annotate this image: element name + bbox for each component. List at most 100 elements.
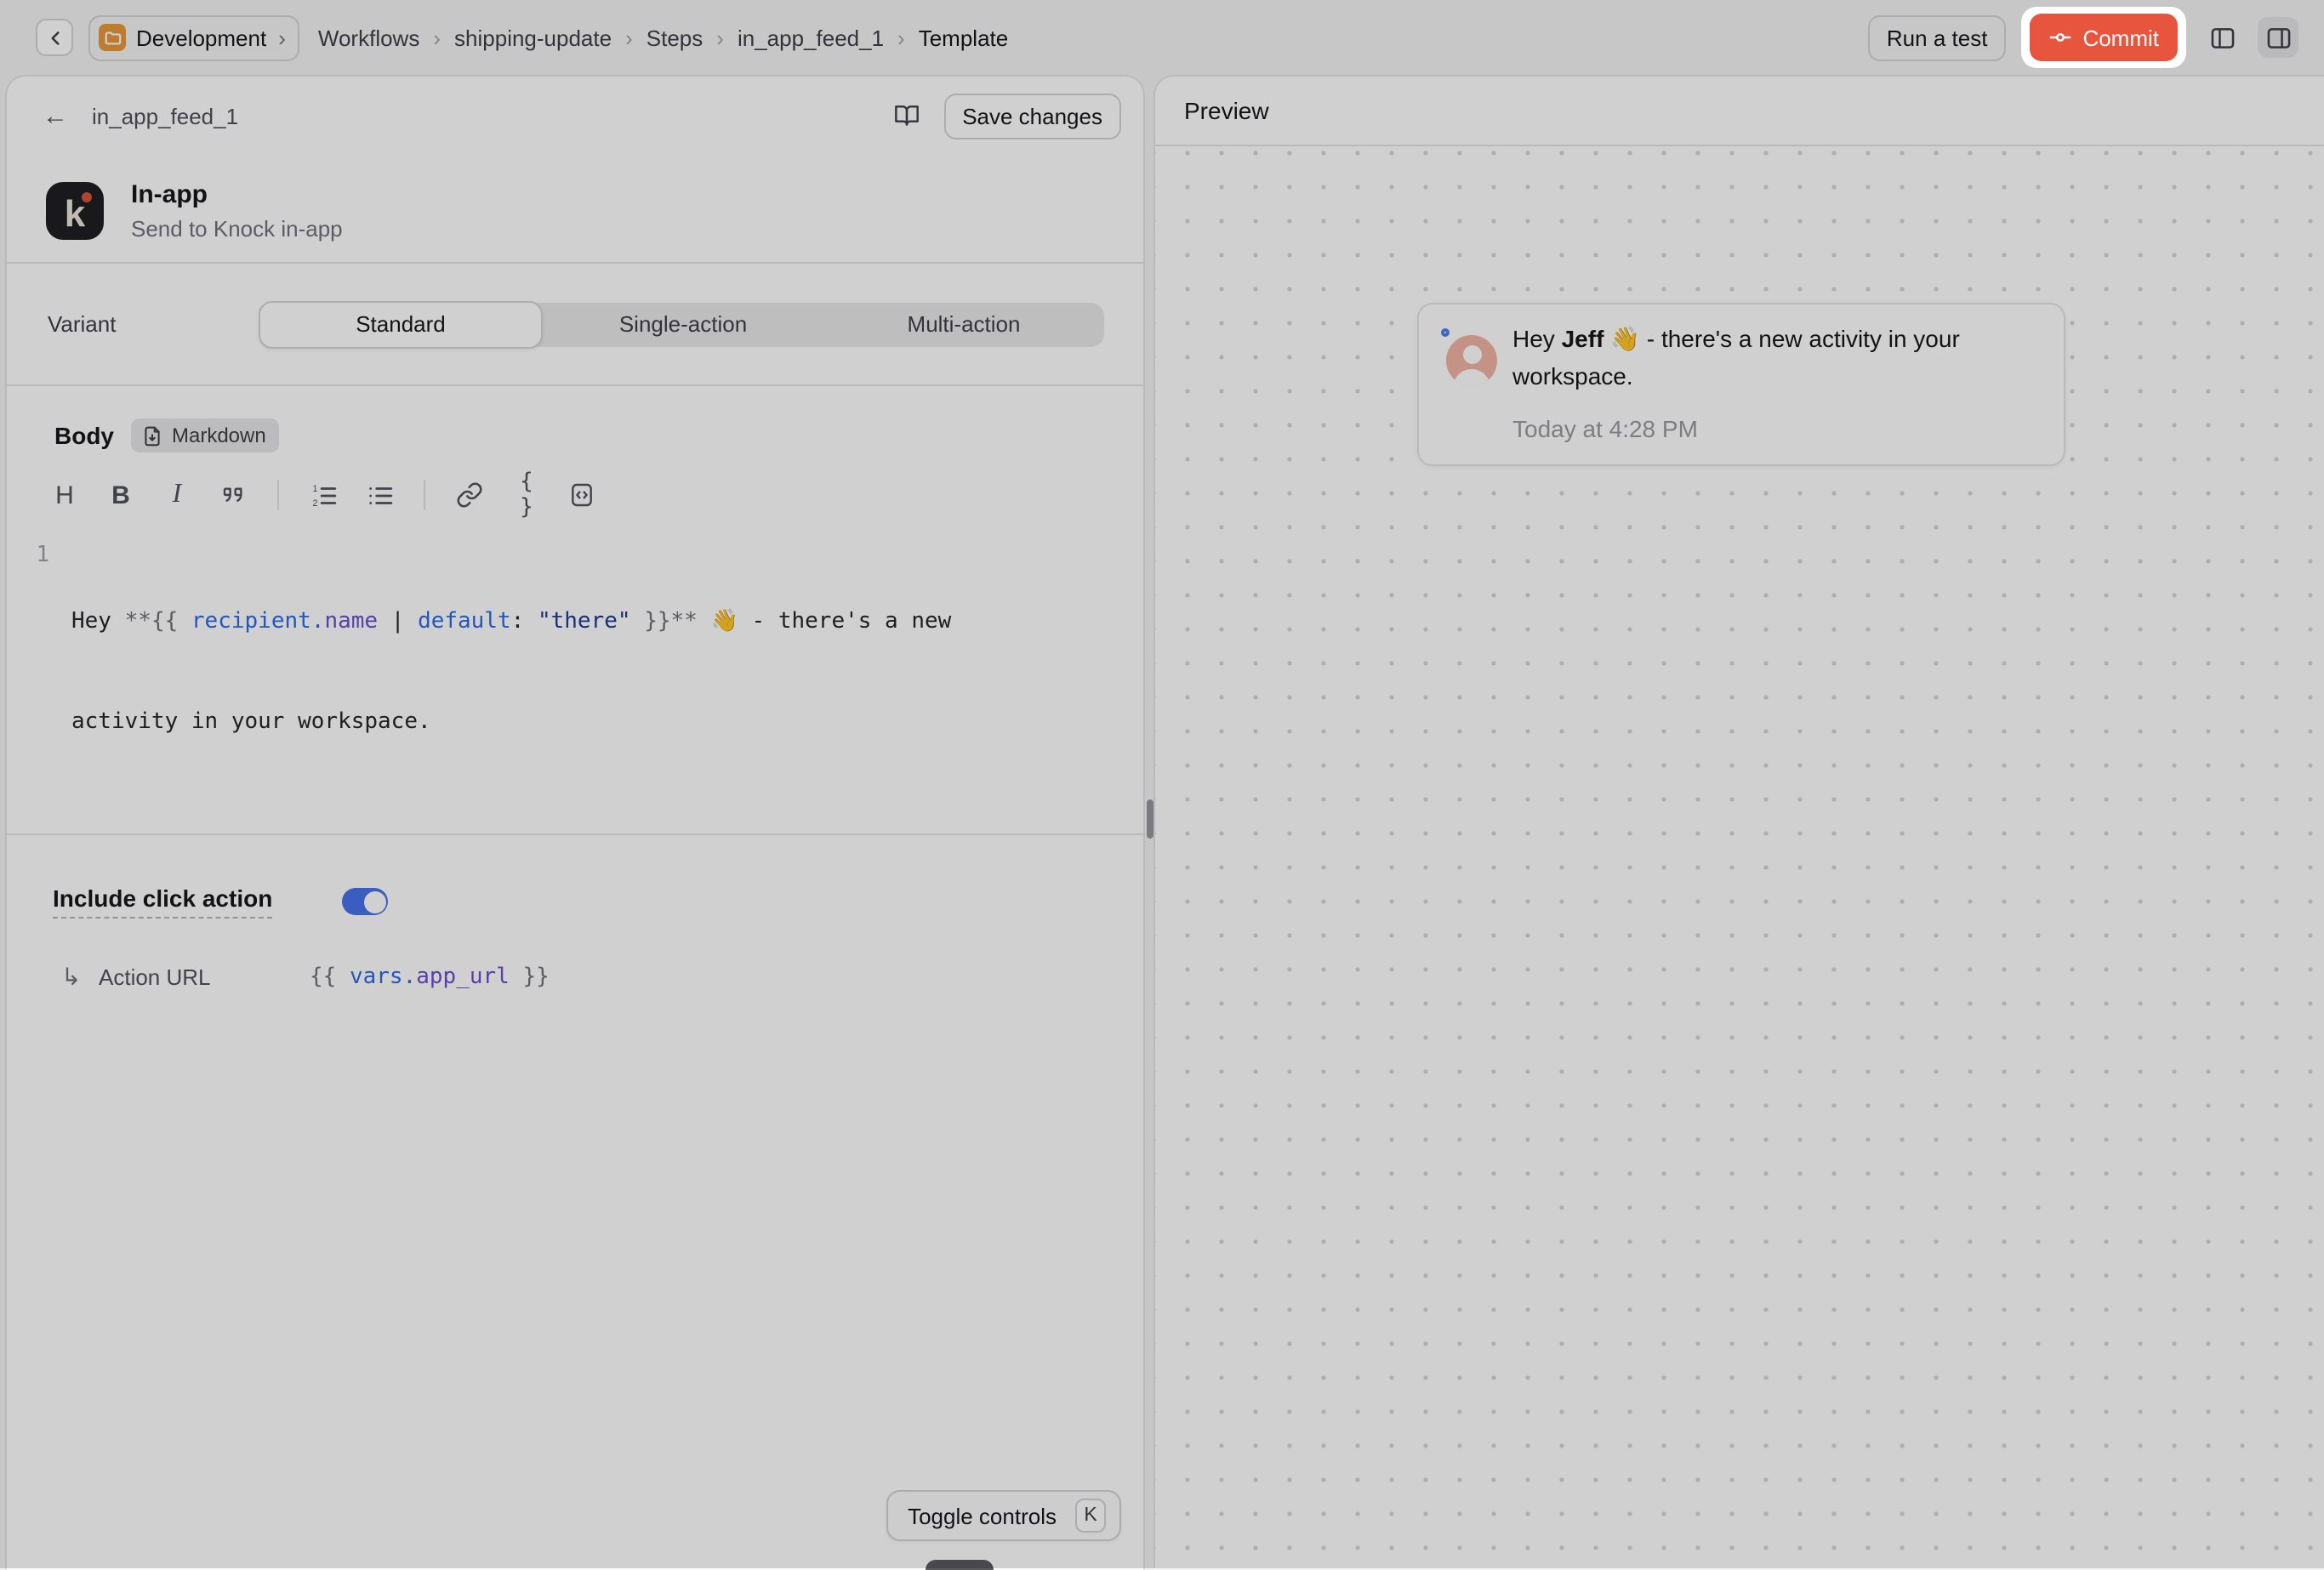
chevron-caret-icon: › (278, 25, 286, 50)
step-name: in_app_feed_1 (92, 103, 238, 128)
variant-row: Variant Standard Single-action Multi-act… (7, 264, 1143, 384)
code-block-icon (568, 481, 595, 509)
variant-segmented-control: Standard Single-action Multi-action (259, 302, 1104, 346)
toggle-knob (363, 890, 385, 913)
notification-message: Hey Jeff 👋 - there's a new activity in y… (1512, 321, 2023, 395)
channel-titles: In-app Send to Knock in-app (131, 180, 343, 242)
breadcrumb-step-key[interactable]: in_app_feed_1 (738, 25, 884, 50)
notification-timestamp: Today at 4:28 PM (1512, 415, 1698, 442)
back-arrow-button[interactable]: ← (43, 101, 68, 130)
body-section-header: Body Markdown (7, 418, 1143, 452)
action-url-label: Action URL (99, 964, 310, 990)
blockquote-button[interactable] (218, 480, 248, 510)
breadcrumb-workflow-key[interactable]: shipping-update (454, 25, 612, 50)
preview-header: Preview (1155, 77, 2324, 146)
variant-option-multi-action[interactable]: Multi-action (823, 302, 1104, 346)
click-action-section: Include click action ↳ Action URL {{ var… (7, 835, 1143, 992)
app-window: Development › Workflows › shipping-updat… (0, 0, 2324, 1568)
variant-option-standard[interactable]: Standard (259, 300, 543, 348)
environment-label: Development (136, 25, 266, 50)
code-content: Hey **{{ recipient.name | default: "ther… (71, 539, 951, 805)
svg-text:1: 1 (312, 483, 317, 493)
save-changes-button[interactable]: Save changes (943, 93, 1121, 139)
toggle-left-panel-button[interactable] (2202, 17, 2242, 58)
ordered-list-button[interactable]: 12 (308, 480, 339, 510)
channel-subtitle: Send to Knock in-app (131, 216, 343, 242)
breadcrumb-workflows[interactable]: Workflows (318, 25, 419, 50)
unread-indicator-dot (1441, 328, 1450, 337)
knock-logo-icon: k (46, 182, 104, 240)
preview-canvas: Hey Jeff 👋 - there's a new activity in y… (1155, 148, 2324, 1568)
format-badge-label: Markdown (172, 424, 266, 447)
link-icon (456, 481, 483, 509)
commit-button[interactable]: Commit (2030, 14, 2178, 61)
environment-icon (99, 24, 126, 51)
back-button[interactable] (36, 19, 73, 56)
variable-button[interactable]: { } (510, 480, 541, 510)
variant-option-single-action[interactable]: Single-action (543, 302, 823, 346)
channel-title: In-app (131, 180, 343, 209)
toggle-right-panel-button[interactable] (2258, 17, 2298, 58)
file-markdown-icon (141, 424, 163, 447)
channel-hero: k In-app Send to Knock in-app (7, 155, 1143, 262)
commit-label: Commit (2082, 25, 2159, 50)
recipient-name: Jeff (1562, 325, 1604, 352)
preview-title: Preview (1184, 97, 1269, 124)
body-editor[interactable]: 1 Hey **{{ recipient.name | default: "th… (7, 539, 1143, 833)
unordered-list-icon (365, 481, 394, 509)
click-action-toggle[interactable] (342, 888, 388, 915)
git-commit-icon (2048, 26, 2072, 49)
toggle-controls-button[interactable]: Toggle controls K (886, 1490, 1121, 1541)
italic-button[interactable]: I (162, 480, 192, 510)
format-badge[interactable]: Markdown (131, 418, 280, 452)
svg-text:2: 2 (312, 498, 317, 508)
commit-spotlight: Commit (2021, 7, 2186, 68)
line-number-gutter: 1 (7, 539, 71, 805)
panel-left-icon (2207, 23, 2236, 52)
book-open-icon (892, 102, 920, 129)
action-url-row: ↳ Action URL {{ vars.app_url }} (53, 963, 1143, 992)
chevron-left-icon (43, 26, 66, 48)
line-number: 1 (7, 539, 49, 572)
action-url-value[interactable]: {{ vars.app_url }} (310, 964, 550, 990)
ordered-list-icon: 12 (309, 481, 338, 509)
unordered-list-button[interactable] (364, 480, 395, 510)
editor-toolbar: H B I 12 (7, 480, 1143, 510)
run-test-button[interactable]: Run a test (1868, 14, 2007, 60)
wave-emoji: 👋 (1610, 325, 1640, 352)
template-editor-panel: ← in_app_feed_1 Save changes k In-app Se… (5, 75, 1145, 1570)
toolbar-separator (424, 480, 425, 510)
notification-card: Hey Jeff 👋 - there's a new activity in y… (1417, 303, 2065, 466)
avatar-shoulders-shape (1453, 368, 1490, 386)
breadcrumb-separator: › (897, 25, 905, 50)
docs-button[interactable] (892, 102, 920, 129)
editor-header: ← in_app_feed_1 Save changes (7, 77, 1143, 155)
breadcrumb-separator: › (716, 25, 724, 50)
link-button[interactable] (454, 480, 485, 510)
corner-down-right-icon: ↳ (61, 963, 99, 992)
tooltip-stub (926, 1560, 994, 1570)
code-block-button[interactable] (567, 480, 597, 510)
section-divider (7, 384, 1143, 386)
panel-resize-handle[interactable] (1147, 799, 1153, 839)
code-line: activity in your workspace. (71, 705, 951, 738)
breadcrumb-separator: › (433, 25, 441, 50)
bold-button[interactable]: B (105, 480, 136, 510)
keyboard-shortcut-badge: K (1075, 1499, 1106, 1533)
toolbar-separator (277, 480, 279, 510)
panel-right-icon (2264, 23, 2293, 52)
avatar-head-shape (1462, 345, 1481, 364)
body-label: Body (54, 422, 114, 449)
breadcrumb: Workflows › shipping-update › Steps › in… (318, 25, 1008, 50)
click-action-label: Include click action (53, 885, 272, 919)
environment-switcher[interactable]: Development › (88, 14, 299, 60)
code-line: Hey **{{ recipient.name | default: "ther… (71, 606, 951, 639)
breadcrumb-separator: › (625, 25, 633, 50)
toggle-controls-label: Toggle controls (908, 1503, 1057, 1528)
heading-button[interactable]: H (49, 480, 80, 510)
variant-label: Variant (48, 311, 259, 337)
preview-panel: Preview Hey Jeff 👋 - there's a new activ… (1153, 75, 2324, 1568)
breadcrumb-steps[interactable]: Steps (647, 25, 703, 50)
breadcrumb-template[interactable]: Template (919, 25, 1009, 50)
top-bar: Development › Workflows › shipping-updat… (0, 0, 2324, 75)
